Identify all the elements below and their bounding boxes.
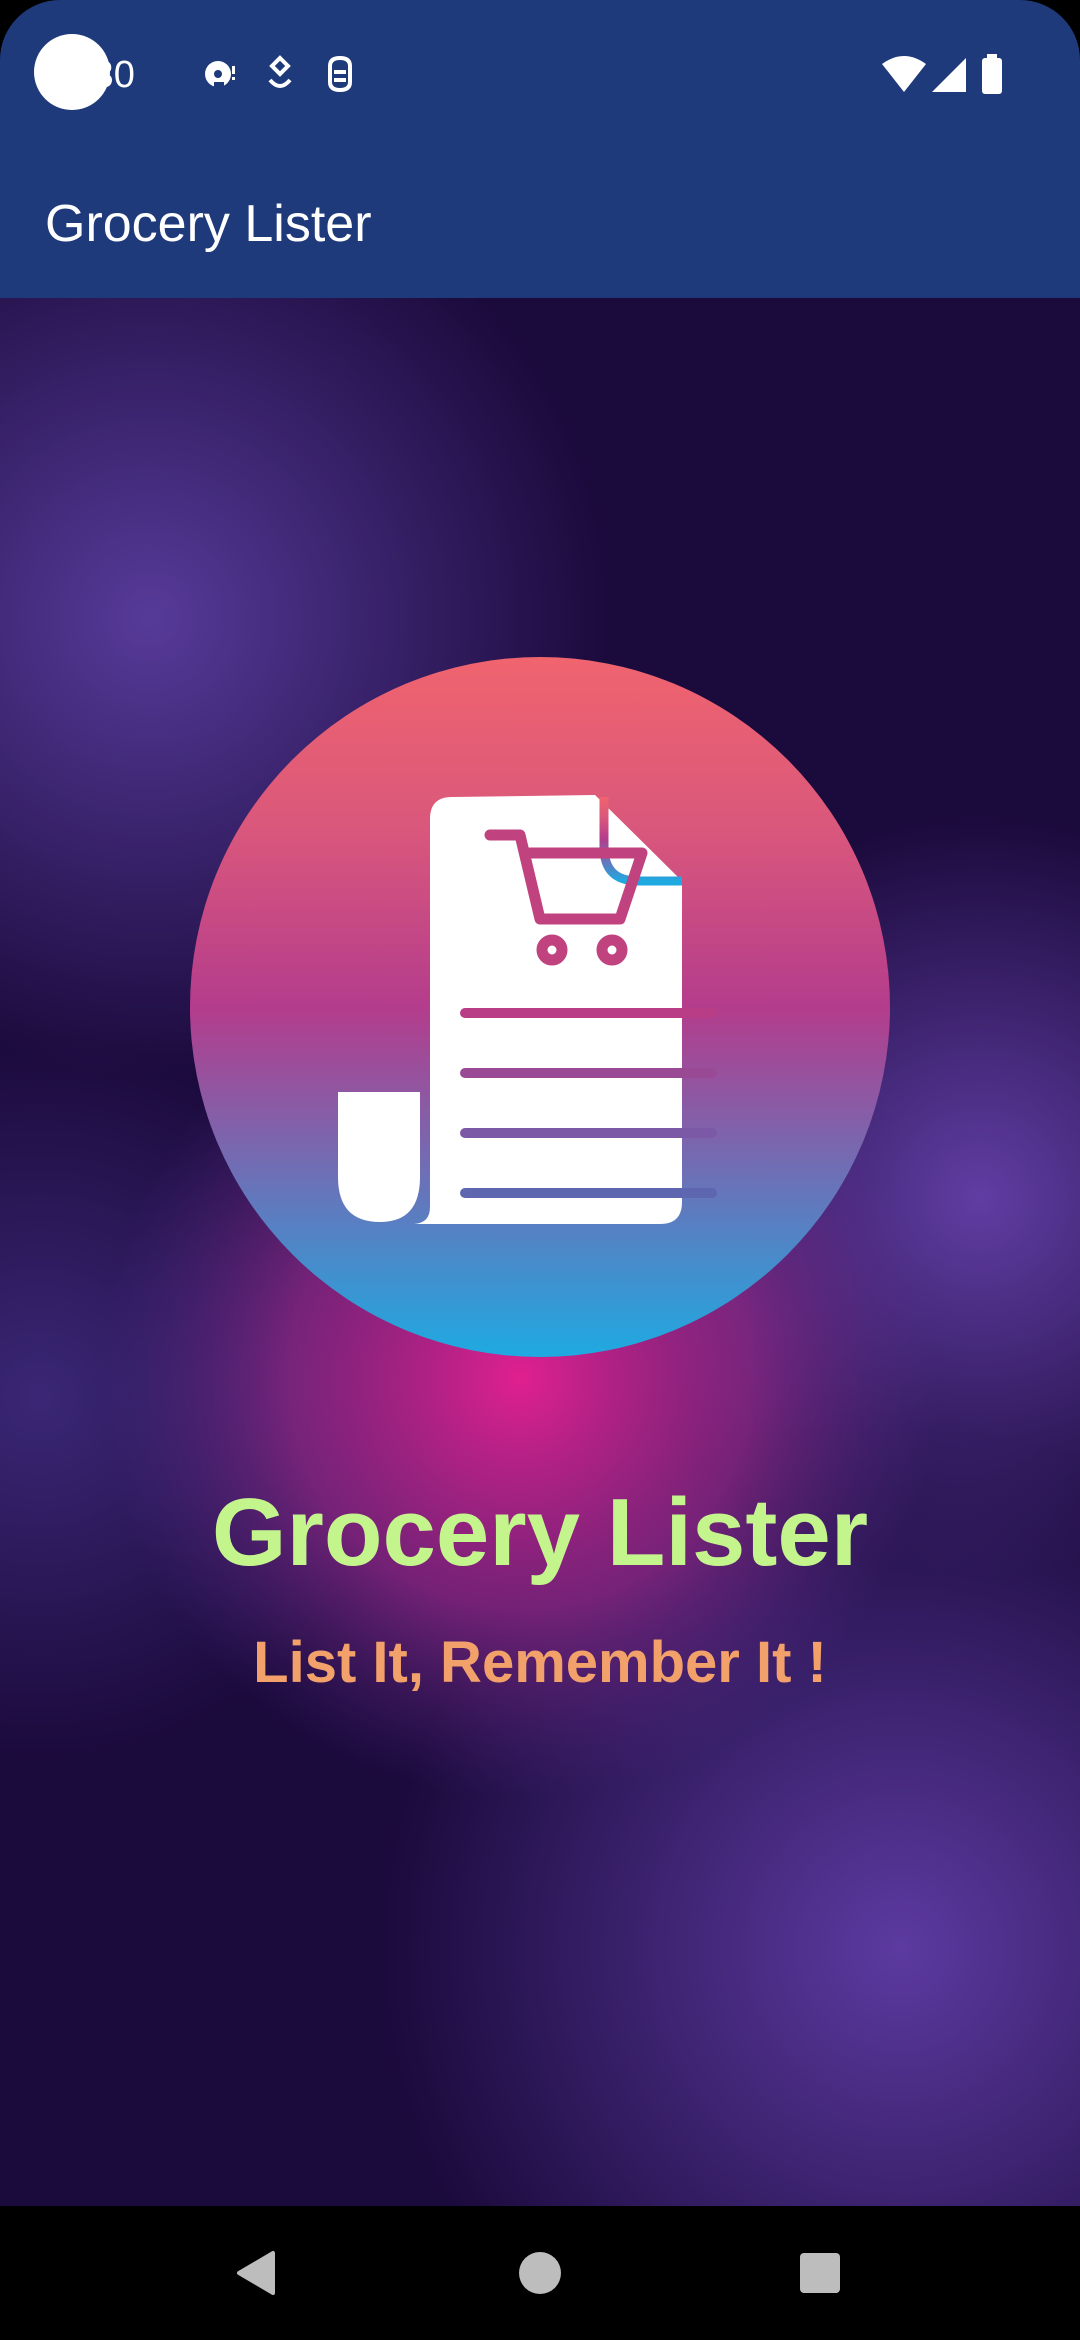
wifi-icon [880,52,928,96]
splash-title: Grocery Lister [211,1479,869,1586]
nav-home-button[interactable] [480,2206,600,2340]
location-pin-icon [258,52,302,96]
navigation-bar [0,2206,1080,2340]
recents-icon [800,2253,840,2293]
media-icon [198,52,242,96]
battery-icon [978,52,1006,96]
app-logo [190,657,890,1357]
splash-tagline: List It, Remember It ! [253,1630,827,1695]
nav-back-button[interactable] [195,2206,315,2340]
app-bar: Grocery Lister [0,150,1080,298]
phone-screen: :30 [0,0,1080,2340]
nav-recents-button[interactable] [760,2206,880,2340]
camera-cutout [34,34,110,110]
back-icon [237,2251,275,2295]
debug-icon [318,52,362,96]
app-bar-title: Grocery Lister [45,195,372,253]
status-bar: :30 [0,0,1080,150]
splash-content: Grocery Lister List It, Remember It ! [0,298,1080,2206]
cell-signal-icon [928,52,968,96]
grocery-list-cart-icon [190,657,890,1357]
home-icon [519,2252,561,2294]
